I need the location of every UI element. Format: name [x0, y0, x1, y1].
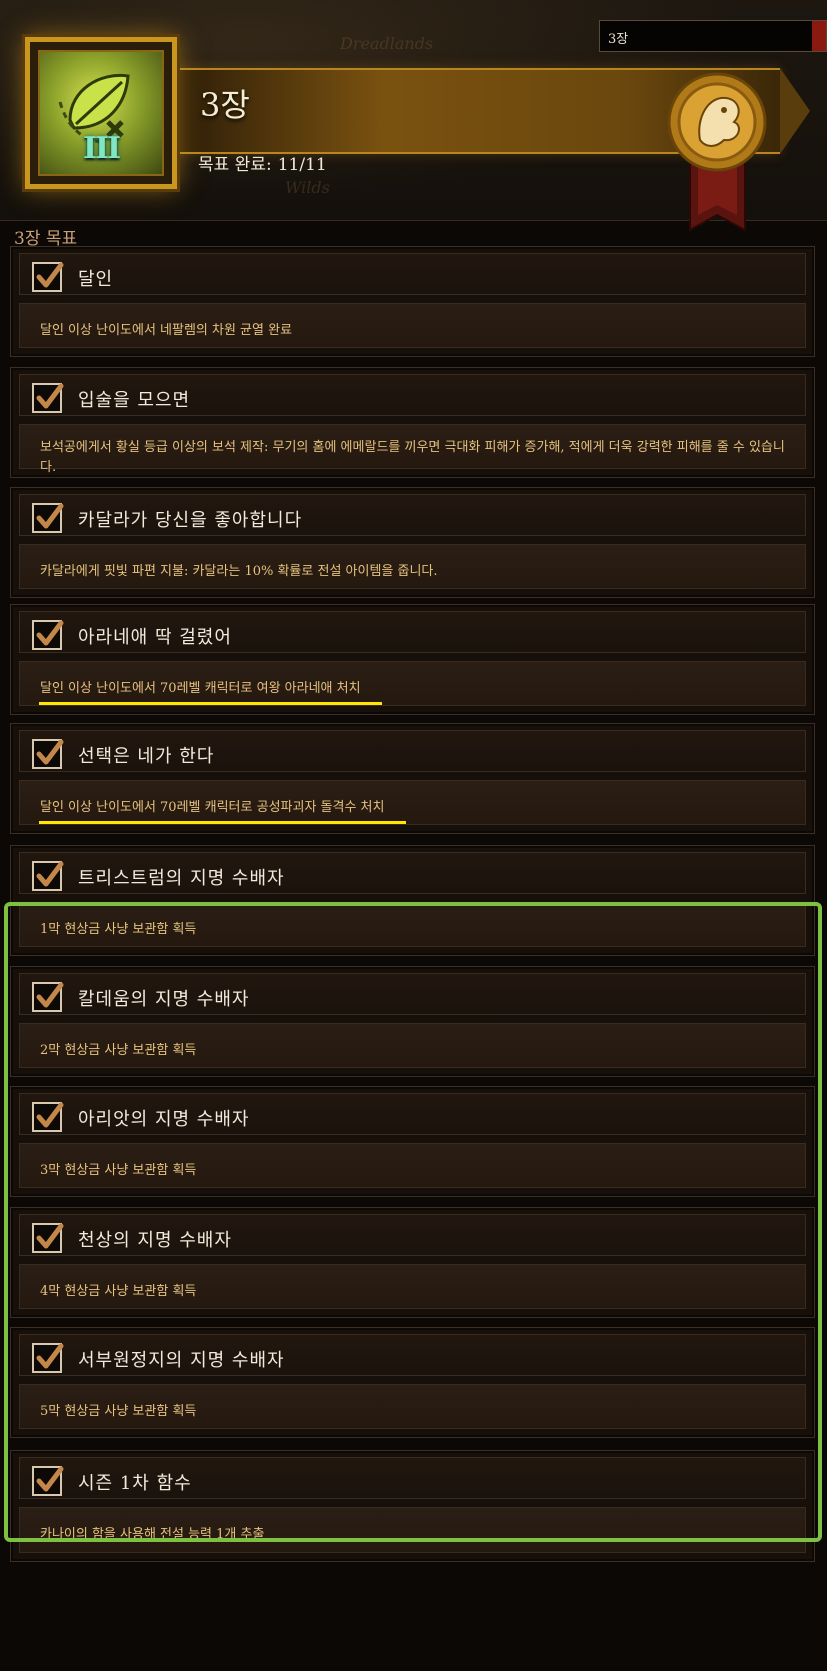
objective-body: 1막 현상금 사냥 보관함 획득	[19, 902, 806, 947]
objective-title: 카달라가 당신을 좋아합니다	[78, 510, 303, 531]
objective-header: 트리스트럼의 지명 수배자	[19, 852, 806, 894]
objective-title: 칼데움의 지명 수배자	[78, 989, 250, 1010]
checkmark-icon	[36, 1343, 64, 1369]
checkmark-icon	[36, 620, 64, 646]
checkmark-icon	[36, 1102, 64, 1128]
chapter-title: 3장	[200, 86, 250, 124]
objective-card: 트리스트럼의 지명 수배자 1막 현상금 사냥 보관함 획득	[10, 845, 815, 956]
progress-label: 목표 완료:	[198, 155, 272, 175]
objective-header: 카달라가 당신을 좋아합니다	[19, 494, 806, 536]
checkmark-icon	[36, 1466, 64, 1492]
objective-card: 아리앗의 지명 수배자 3막 현상금 사냥 보관함 획득	[10, 1086, 815, 1197]
objective-checkbox	[32, 1102, 64, 1132]
objective-header: 선택은 네가 한다	[19, 730, 806, 772]
objective-title: 입술을 모으면	[78, 390, 191, 411]
objective-checkbox	[32, 383, 64, 413]
objective-card: 칼데움의 지명 수배자 2막 현상금 사냥 보관함 획득	[10, 966, 815, 1077]
objective-checkbox	[32, 503, 64, 533]
objective-body: 달인 이상 난이도에서 네팔렘의 차원 균열 완료	[19, 303, 806, 348]
chapter-header: Dreadlands Wilds III 3장 목표 완료: 11/11 3장	[0, 0, 827, 232]
objective-checkbox	[32, 1343, 64, 1373]
checkmark-icon	[36, 503, 64, 529]
banner-arrow	[780, 68, 810, 154]
objective-card: 시즌 1차 함수카나이의 함을 사용해 전설 능력 1개 추출	[10, 1450, 815, 1562]
objective-header: 입술을 모으면	[19, 374, 806, 416]
map-label: Dreadlands	[340, 34, 434, 53]
objective-checkbox	[32, 262, 64, 292]
objective-header: 아라네애 딱 걸렸어	[19, 611, 806, 653]
progress-value: 11/11	[277, 155, 327, 175]
objective-card: 천상의 지명 수배자 4막 현상금 사냥 보관함 획득	[10, 1207, 815, 1318]
objective-description: 4막 현상금 사냥 보관함 획득	[40, 1284, 197, 1299]
checkmark-icon	[36, 262, 64, 288]
checkmark-icon	[36, 861, 64, 887]
checkmark-icon	[36, 1223, 64, 1249]
objectives-progress: 목표 완료: 11/11	[198, 150, 333, 175]
objective-body: 보석공에게서 황실 등급 이상의 보석 제작: 무기의 홈에 에메랄드를 끼우면…	[19, 424, 806, 475]
objective-title: 아라네애 딱 걸렸어	[78, 627, 232, 648]
objective-body: 달인 이상 난이도에서 70레벨 캐릭터로 여왕 아라네애 처치	[19, 661, 806, 706]
objective-header: 아리앗의 지명 수배자	[19, 1093, 806, 1135]
checkmark-icon	[36, 982, 64, 1008]
objective-title: 시즌 1차 함수	[78, 1473, 192, 1494]
faction-medal-icon	[667, 72, 767, 232]
objective-checkbox	[32, 1223, 64, 1253]
objective-header: 달인	[19, 253, 806, 295]
objective-body: 달인 이상 난이도에서 70레벨 캐릭터로 공성파괴자 돌격수 처치	[19, 780, 806, 825]
objective-description: 달인 이상 난이도에서 70레벨 캐릭터로 공성파괴자 돌격수 처치	[40, 800, 385, 815]
objective-title: 트리스트럼의 지명 수배자	[78, 868, 285, 889]
checkmark-icon	[36, 383, 64, 409]
chapter-map-icon: III	[25, 37, 177, 189]
objective-description: 3막 현상금 사냥 보관함 획득	[40, 1163, 197, 1178]
objective-checkbox	[32, 620, 64, 650]
objective-description: 2막 현상금 사냥 보관함 획득	[40, 1043, 197, 1058]
objective-checkbox	[32, 861, 64, 891]
map-label: Wilds	[285, 178, 330, 197]
objective-body: 5막 현상금 사냥 보관함 획득	[19, 1384, 806, 1429]
objective-description: 1막 현상금 사냥 보관함 획득	[40, 922, 197, 937]
objective-body: 2막 현상금 사냥 보관함 획득	[19, 1023, 806, 1068]
highlight-underline	[39, 821, 406, 824]
objective-title: 아리앗의 지명 수배자	[78, 1109, 250, 1130]
objective-description: 카달라에게 핏빛 파편 지불: 카달라는 10% 확률로 전설 아이템을 줍니다…	[40, 564, 438, 579]
objective-description: 달인 이상 난이도에서 70레벨 캐릭터로 여왕 아라네애 처치	[40, 681, 361, 696]
chapter-roman-numeral: III	[82, 131, 121, 166]
objective-header: 칼데움의 지명 수배자	[19, 973, 806, 1015]
objective-header: 천상의 지명 수배자	[19, 1214, 806, 1256]
objective-description: 카나이의 함을 사용해 전설 능력 1개 추출	[40, 1527, 265, 1542]
objective-body: 4막 현상금 사냥 보관함 획득	[19, 1264, 806, 1309]
chapter-dropdown-value: 3장	[608, 32, 629, 47]
highlight-underline	[39, 702, 382, 705]
dropdown-arrow-icon[interactable]	[812, 21, 826, 51]
objective-card: 아라네애 딱 걸렸어달인 이상 난이도에서 70레벨 캐릭터로 여왕 아라네애 …	[10, 604, 815, 715]
objective-body: 3막 현상금 사냥 보관함 획득	[19, 1143, 806, 1188]
objective-card: 카달라가 당신을 좋아합니다카달라에게 핏빛 파편 지불: 카달라는 10% 확…	[10, 487, 815, 598]
objective-title: 달인	[78, 269, 114, 290]
season-journey-window: Dreadlands Wilds III 3장 목표 완료:11/11 3장	[0, 0, 827, 1671]
objective-checkbox	[32, 1466, 64, 1496]
objective-card: 서부원정지의 지명 수배자 5막 현상금 사냥 보관함 획득	[10, 1327, 815, 1438]
objective-checkbox	[32, 982, 64, 1012]
objective-title: 선택은 네가 한다	[78, 746, 215, 767]
objective-card: 달인달인 이상 난이도에서 네팔렘의 차원 균열 완료	[10, 246, 815, 357]
objective-description: 5막 현상금 사냥 보관함 획득	[40, 1404, 197, 1419]
objective-description: 달인 이상 난이도에서 네팔렘의 차원 균열 완료	[40, 323, 293, 338]
checkmark-icon	[36, 739, 64, 765]
objective-card: 선택은 네가 한다달인 이상 난이도에서 70레벨 캐릭터로 공성파괴자 돌격수…	[10, 723, 815, 834]
objective-description: 보석공에게서 황실 등급 이상의 보석 제작: 무기의 홈에 에메랄드를 끼우면…	[40, 440, 785, 475]
objective-title: 천상의 지명 수배자	[78, 1230, 232, 1251]
objective-header: 시즌 1차 함수	[19, 1457, 806, 1499]
objective-checkbox	[32, 739, 64, 769]
objective-card: 입술을 모으면보석공에게서 황실 등급 이상의 보석 제작: 무기의 홈에 에메…	[10, 367, 815, 478]
objective-title: 서부원정지의 지명 수배자	[78, 1350, 285, 1371]
objective-body: 카나이의 함을 사용해 전설 능력 1개 추출	[19, 1507, 806, 1553]
objective-body: 카달라에게 핏빛 파편 지불: 카달라는 10% 확률로 전설 아이템을 줍니다…	[19, 544, 806, 589]
objective-header: 서부원정지의 지명 수배자	[19, 1334, 806, 1376]
chapter-dropdown[interactable]: 3장	[599, 20, 827, 52]
